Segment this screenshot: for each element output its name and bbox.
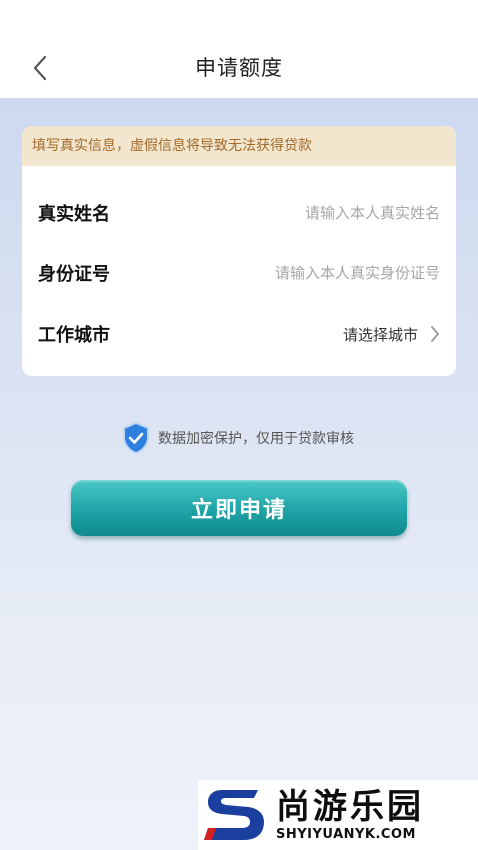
watermark: 尚游乐园 SHYIYUANYK.COM <box>198 780 478 850</box>
city-select[interactable]: 请选择城市 <box>343 324 440 345</box>
form-row-city: 工作城市 请选择城市 <box>22 304 456 364</box>
app-header: 申请额度 <box>0 0 478 98</box>
id-number-input[interactable] <box>200 264 440 282</box>
shield-check-icon <box>123 421 149 455</box>
form-row-id: 身份证号 <box>22 243 456 303</box>
security-note: 数据加密保护，仅用于贷款审核 <box>122 420 354 456</box>
name-label: 真实姓名 <box>38 204 110 225</box>
watermark-domain: SHYIYUANYK.COM <box>276 827 416 842</box>
brand-logo-icon <box>204 790 264 840</box>
chevron-right-icon <box>431 326 439 342</box>
security-text: 数据加密保护，仅用于贷款审核 <box>158 431 354 447</box>
form-row-name: 真实姓名 <box>22 183 456 243</box>
watermark-brand: 尚游乐园 <box>276 787 424 827</box>
warning-banner: 填写真实信息，虚假信息将导致无法获得贷款 <box>22 126 456 166</box>
city-value-text: 请选择城市 <box>342 325 418 344</box>
city-label: 工作城市 <box>38 325 110 346</box>
apply-button[interactable]: 立即申请 <box>71 480 407 536</box>
id-label: 身份证号 <box>38 264 110 285</box>
name-input[interactable] <box>200 204 440 222</box>
page-title: 申请额度 <box>195 56 283 80</box>
